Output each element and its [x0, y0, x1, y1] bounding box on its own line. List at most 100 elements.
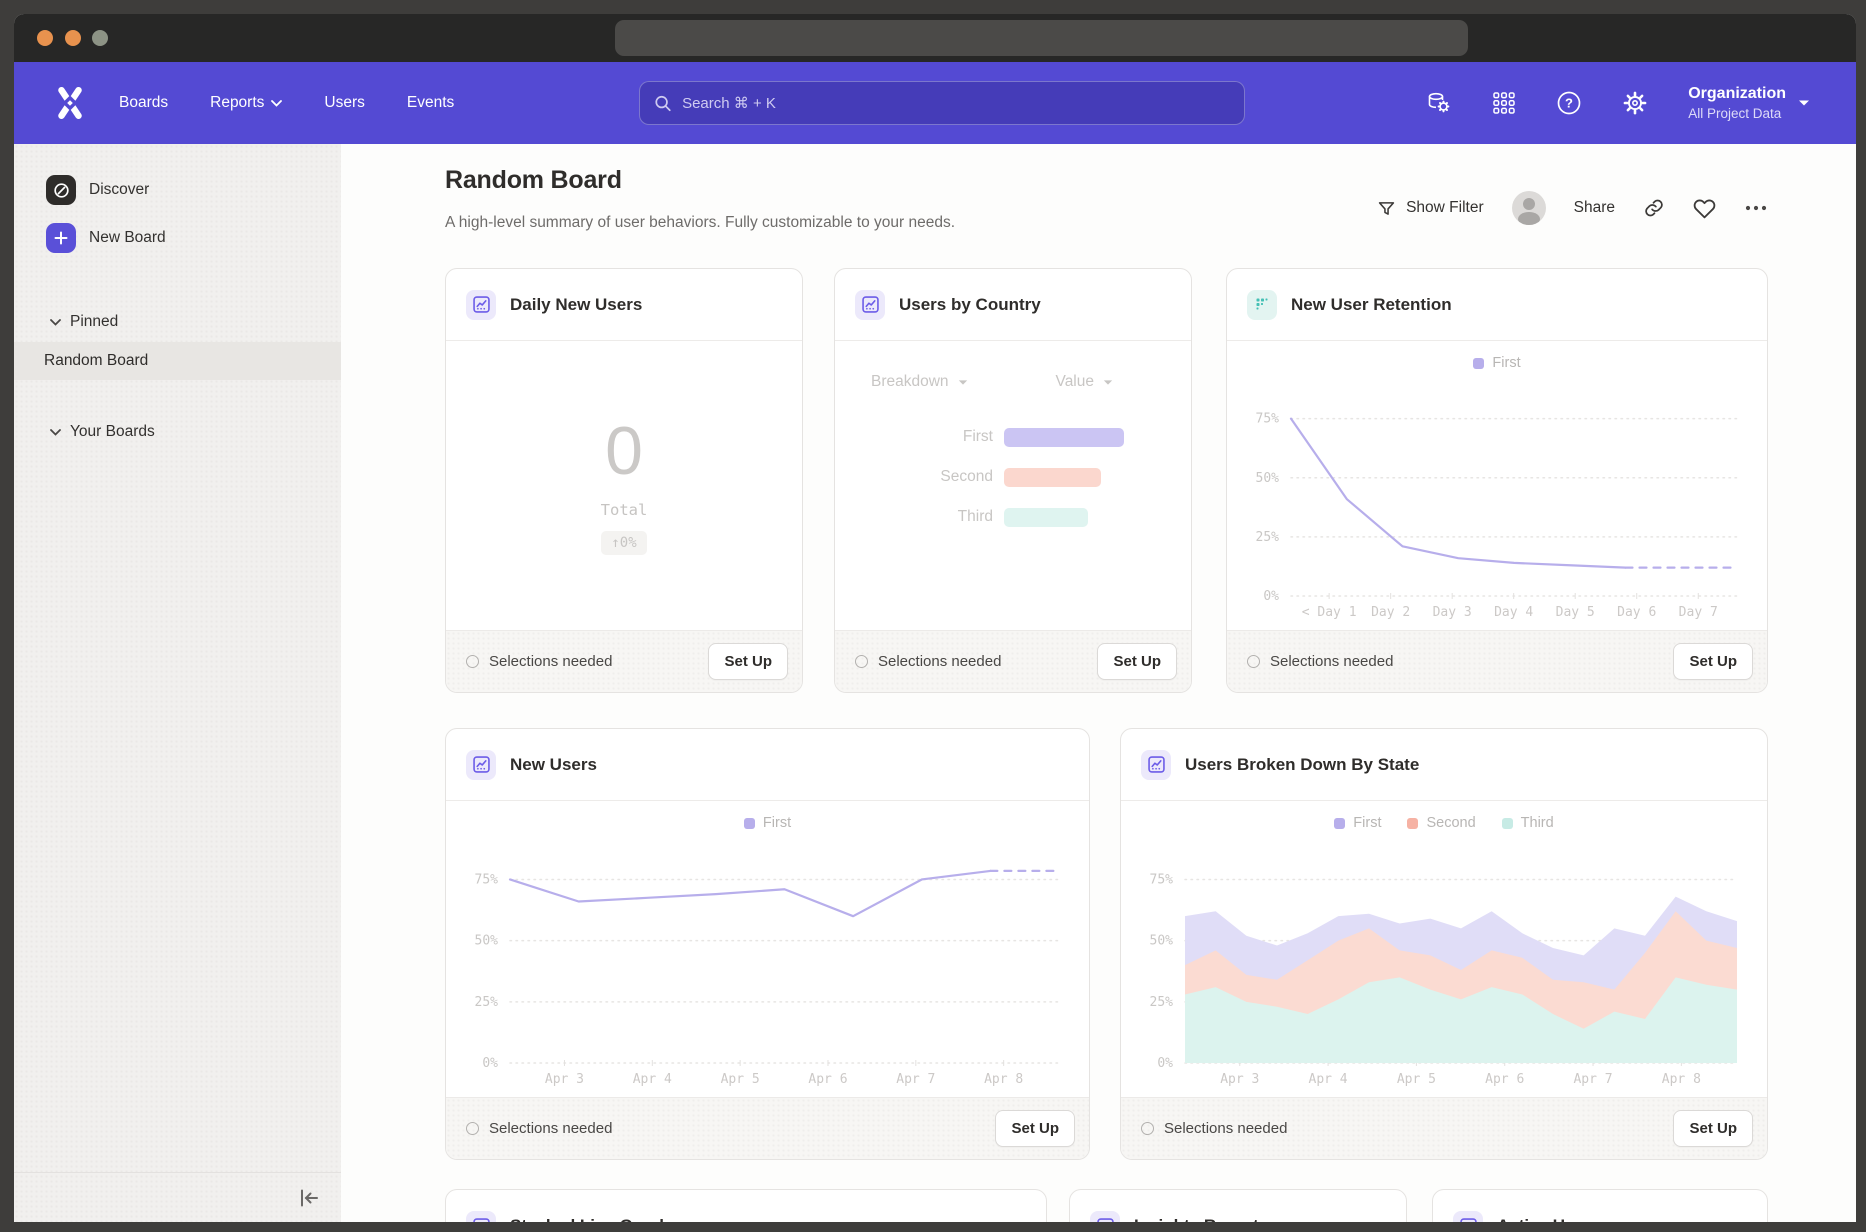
chart-legend: First [1227, 355, 1767, 371]
share-button[interactable]: Share [1574, 199, 1615, 217]
sidebar-item-random-board[interactable]: Random Board [14, 342, 341, 380]
org-switcher[interactable]: Organization All Project Data [1688, 85, 1810, 121]
retention-line-chart: 75%50%25%0%< Day 1Day 2Day 3Day 4Day 5Da… [1235, 387, 1753, 622]
line-chart-icon [466, 750, 496, 780]
kpi-label: Total [601, 501, 648, 519]
traffic-light-zoom[interactable] [92, 30, 108, 46]
share-label: Share [1574, 199, 1615, 217]
page-title: Random Board [445, 166, 622, 195]
browser-window: Boards Reports Users Events ? [14, 14, 1856, 1222]
sidebar-item-discover[interactable]: Discover [46, 166, 341, 214]
set-up-button[interactable]: Set Up [1673, 643, 1753, 680]
svg-text:Apr 3: Apr 3 [545, 1072, 584, 1087]
section-label: Your Boards [70, 423, 155, 441]
svg-text:75%: 75% [475, 872, 499, 887]
card-stacked-line-graph: Stacked Line Graph [445, 1189, 1047, 1222]
nav-item-label: Events [407, 94, 454, 112]
chart-legend: First [446, 815, 1089, 831]
nav-item-events[interactable]: Events [407, 94, 454, 112]
card-new-users: New Users First 75%50%25%0%Apr 3Apr 4Apr… [445, 728, 1090, 1160]
legend-label: First [1492, 355, 1520, 371]
traffic-light-minimize[interactable] [65, 30, 81, 46]
sidebar-section-pinned[interactable]: Pinned [50, 302, 341, 342]
svg-text:Apr 4: Apr 4 [633, 1072, 672, 1087]
sidebar-item-new-board[interactable]: New Board [46, 214, 341, 262]
sidebar-item-label: New Board [89, 229, 166, 247]
org-name: Organization [1688, 85, 1786, 103]
svg-text:50%: 50% [475, 934, 499, 949]
row-label: Third [835, 508, 993, 526]
apps-grid-icon[interactable] [1492, 91, 1516, 115]
favorite-heart-icon[interactable] [1693, 198, 1716, 219]
data-management-icon[interactable] [1426, 91, 1452, 115]
breakdown-dropdown[interactable]: Breakdown [871, 373, 968, 391]
copy-link-icon[interactable] [1643, 197, 1665, 219]
help-icon[interactable]: ? [1556, 90, 1582, 116]
card-title: Users by Country [899, 295, 1041, 315]
set-up-button[interactable]: Set Up [1097, 643, 1177, 680]
settings-gear-icon[interactable] [1622, 90, 1648, 116]
plus-icon [46, 223, 76, 253]
card-users-by-country: Users by Country Breakdown Value First [834, 268, 1192, 693]
legend-swatch [1334, 818, 1345, 829]
mixpanel-logo-icon[interactable] [52, 86, 88, 120]
set-up-button[interactable]: Set Up [1673, 1110, 1753, 1147]
value-bar [1004, 428, 1124, 447]
sidebar-collapse-button[interactable] [14, 1172, 341, 1222]
nav-item-users[interactable]: Users [324, 94, 364, 112]
svg-text:Day 4: Day 4 [1494, 605, 1533, 620]
card-title: New User Retention [1291, 295, 1452, 315]
line-chart-icon [466, 290, 496, 320]
traffic-light-close[interactable] [37, 30, 53, 46]
svg-text:25%: 25% [1150, 995, 1174, 1010]
svg-text:Apr 4: Apr 4 [1309, 1072, 1348, 1087]
svg-text:Apr 5: Apr 5 [721, 1072, 760, 1087]
line-chart-icon [1141, 750, 1171, 780]
card-footer: Selections needed Set Up [1227, 630, 1767, 692]
svg-text:?: ? [1565, 96, 1573, 111]
breakdown-row: Third [835, 497, 1191, 537]
row-label: Second [835, 468, 993, 486]
more-options-icon[interactable] [1744, 204, 1768, 212]
chevron-down-icon [271, 100, 282, 107]
status-circle-icon [466, 655, 479, 668]
card-daily-new-users: Daily New Users 0 Total ↑0% Selections n… [445, 268, 803, 693]
line-chart-icon [1453, 1211, 1483, 1222]
browser-address-bar[interactable] [615, 20, 1468, 56]
nav-item-reports[interactable]: Reports [210, 94, 282, 112]
svg-text:Apr 6: Apr 6 [808, 1072, 847, 1087]
nav-item-label: Users [324, 94, 364, 112]
set-up-button[interactable]: Set Up [708, 643, 788, 680]
svg-text:Apr 8: Apr 8 [984, 1072, 1023, 1087]
card-new-user-retention: New User Retention First 75%50%25%0%< Da… [1226, 268, 1768, 693]
row-label: First [835, 428, 993, 446]
kpi-delta-badge: ↑0% [601, 531, 646, 555]
line-chart-icon [466, 1211, 496, 1222]
kpi-value: 0 [605, 417, 643, 485]
svg-text:75%: 75% [1150, 872, 1174, 887]
sidebar-section-your-boards[interactable]: Your Boards [50, 412, 341, 452]
svg-text:Day 5: Day 5 [1556, 605, 1595, 620]
svg-text:Apr 3: Apr 3 [1220, 1072, 1259, 1087]
value-dropdown[interactable]: Value [1056, 373, 1114, 391]
card-title: Insights Report [1134, 1216, 1259, 1222]
search-input[interactable] [682, 95, 1230, 112]
legend-swatch [1473, 358, 1484, 369]
avatar[interactable] [1512, 191, 1546, 225]
svg-text:25%: 25% [1256, 530, 1280, 545]
chart-legend: First Second Third [1121, 815, 1767, 831]
card-footer: Selections needed Set Up [1121, 1097, 1767, 1159]
card-footer: Selections needed Set Up [446, 630, 802, 692]
show-filter-button[interactable]: Show Filter [1377, 199, 1484, 218]
status-text: Selections needed [489, 1120, 612, 1137]
svg-text:Apr 7: Apr 7 [1573, 1072, 1612, 1087]
show-filter-label: Show Filter [1406, 199, 1484, 217]
nav-item-label: Boards [119, 94, 168, 112]
legend-swatch [744, 818, 755, 829]
value-bar [1004, 508, 1088, 527]
global-search[interactable] [639, 81, 1245, 125]
card-title: Daily New Users [510, 295, 642, 315]
nav-item-boards[interactable]: Boards [119, 94, 168, 112]
set-up-button[interactable]: Set Up [995, 1110, 1075, 1147]
status-circle-icon [466, 1122, 479, 1135]
